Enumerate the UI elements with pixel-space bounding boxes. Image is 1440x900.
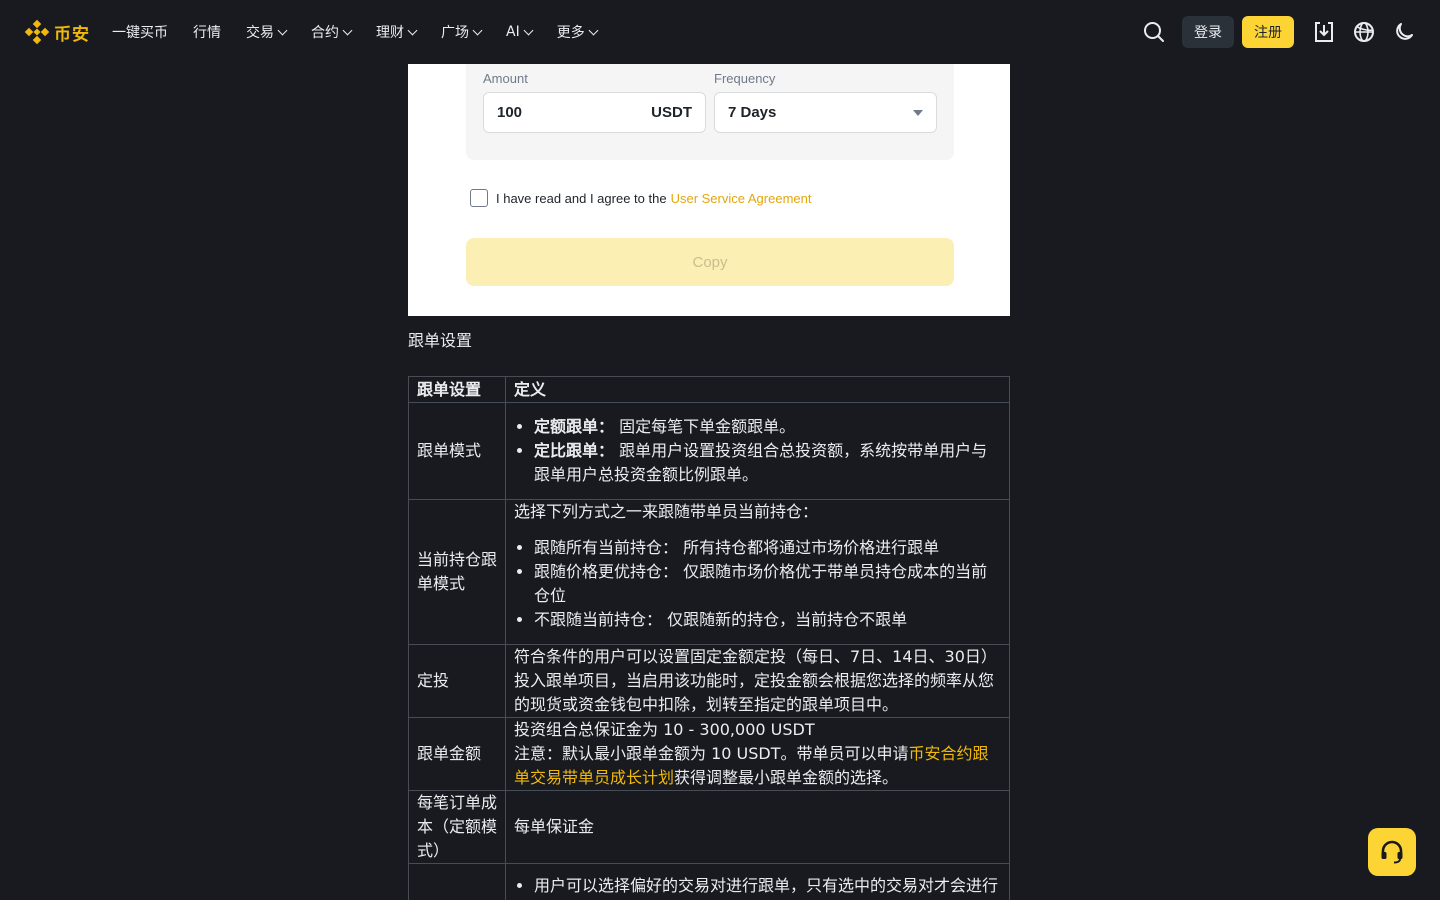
row-name: 当前持仓跟单模式 <box>408 499 506 645</box>
list-item: 跟随价格更优持仓： 仅跟随市场价格优于带单员持仓成本的当前仓位 <box>534 560 1001 608</box>
copy-settings-table: 跟单设置 定义 跟单模式 定额跟单： 固定每笔下单金额跟单。 定比跟单： 跟单用… <box>408 376 1010 900</box>
caret-down-icon <box>913 109 923 116</box>
agree-checkbox[interactable] <box>470 189 488 207</box>
nav-label: 理财 <box>376 25 404 41</box>
copy-button[interactable]: Copy <box>466 238 954 286</box>
pair-list: 用户可以选择偏好的交易对进行跟单，只有选中的交易对才会进行 <box>514 874 1001 898</box>
header-actions: 登录 注册 <box>1142 0 1416 64</box>
nav-label: 合约 <box>311 25 339 41</box>
table-row: 定投 符合条件的用户可以设置固定金额定投（每日、7日、14日、30日）投入跟单项… <box>408 644 1010 718</box>
chevron-down-icon <box>588 25 599 35</box>
nav-label: 更多 <box>556 25 585 41</box>
nav-label: 一键买币 <box>112 25 168 41</box>
row-name: 跟单金额 <box>408 717 506 791</box>
amount-label: Amount <box>483 71 528 86</box>
chevron-down-icon <box>407 25 418 35</box>
table-row: 跟单模式 定额跟单： 固定每笔下单金额跟单。 定比跟单： 跟单用户设置投资组合总… <box>408 402 1010 500</box>
table-row: 用户可以选择偏好的交易对进行跟单，只有选中的交易对才会进行 <box>408 863 1010 900</box>
amount-unit: USDT <box>651 104 692 121</box>
amount-value: 100 <box>497 104 523 121</box>
row-name: 定投 <box>408 644 506 718</box>
row-name <box>408 863 506 900</box>
nav-square[interactable]: 广场 <box>441 22 483 42</box>
list-item: 用户可以选择偏好的交易对进行跟单，只有选中的交易对才会进行 <box>534 874 1001 898</box>
chevron-down-icon <box>523 25 534 35</box>
row-name: 每笔订单成本（定额模式） <box>408 790 506 864</box>
list-item: 跟随所有当前持仓： 所有持仓都将通过市场价格进行跟单 <box>534 536 1001 560</box>
row-note: 注意：默认最小跟单金额为 10 USDT。带单员可以申请币安合约跟单交易带单员成… <box>514 742 1001 790</box>
margin-range: 投资组合总保证金为 10 - 300,000 USDT <box>514 720 815 739</box>
image-caption: 跟单设置 <box>408 331 473 350</box>
note-suffix: 获得调整最小跟单金额的选择。 <box>674 768 899 787</box>
table-row: 跟单金额 投资组合总保证金为 10 - 300,000 USDT 注意：默认最小… <box>408 717 1010 791</box>
header-definition: 定义 <box>505 376 1010 403</box>
chevron-down-icon <box>472 25 483 35</box>
table-header-row: 跟单设置 定义 <box>408 376 1010 403</box>
row-definition: 投资组合总保证金为 10 - 300,000 USDT 注意：默认最小跟单金额为… <box>505 717 1010 791</box>
nav-label: 行情 <box>193 25 221 41</box>
nav-ai[interactable]: AI <box>506 24 534 40</box>
row-definition: 定额跟单： 固定每笔下单金额跟单。 定比跟单： 跟单用户设置投资组合总投资额，系… <box>505 402 1010 500</box>
list-item: 不跟随当前持仓： 仅跟随新的持仓，当前持仓不跟单 <box>534 608 1001 632</box>
frequency-value: 7 Days <box>728 104 777 121</box>
row-definition: 用户可以选择偏好的交易对进行跟单，只有选中的交易对才会进行 <box>505 863 1010 900</box>
nav-label: AI <box>506 24 520 40</box>
globe-icon[interactable] <box>1352 20 1376 44</box>
nav-markets[interactable]: 行情 <box>193 22 221 42</box>
position-mode-list: 跟随所有当前持仓： 所有持仓都将通过市场价格进行跟单 跟随价格更优持仓： 仅跟随… <box>514 536 1001 632</box>
moon-icon[interactable] <box>1392 20 1416 44</box>
list-item-term: 定额跟单： <box>534 417 615 436</box>
table-row: 每笔订单成本（定额模式） 每单保证金 <box>408 790 1010 864</box>
user-service-agreement-link[interactable]: User Service Agreement <box>671 191 812 206</box>
nav-futures[interactable]: 合约 <box>311 22 353 42</box>
agreement-row: I have read and I agree to the User Serv… <box>470 189 811 207</box>
list-item-text: 固定每笔下单金额跟单。 <box>614 417 796 436</box>
nav-label: 交易 <box>246 25 274 41</box>
amount-input[interactable]: 100 USDT <box>483 92 706 133</box>
header-setting: 跟单设置 <box>408 376 506 403</box>
main-nav: 一键买币 行情 交易 合约 理财 广场 AI 更多 <box>112 22 622 42</box>
row-intro: 选择下列方式之一来跟随带单员当前持仓： <box>514 502 819 521</box>
nav-more[interactable]: 更多 <box>556 22 599 42</box>
register-button[interactable]: 注册 <box>1242 16 1294 48</box>
binance-logo-icon <box>24 19 50 45</box>
logo-text: 币安 <box>54 24 90 45</box>
headset-icon <box>1381 840 1403 864</box>
nav-earn[interactable]: 理财 <box>376 22 418 42</box>
login-button[interactable]: 登录 <box>1182 16 1234 48</box>
agree-text: I have read and I agree to the <box>496 190 667 206</box>
list-item-term: 定比跟单： <box>534 441 615 460</box>
download-icon[interactable] <box>1312 20 1336 44</box>
row-definition: 选择下列方式之一来跟随带单员当前持仓： 跟随所有当前持仓： 所有持仓都将通过市场… <box>505 499 1010 645</box>
top-nav: 币安 一键买币 行情 交易 合约 理财 广场 AI 更多 登录 注册 <box>0 0 1440 64</box>
note-prefix: 注意：默认最小跟单金额为 10 USDT。带单员可以申请 <box>514 744 909 763</box>
frequency-select[interactable]: 7 Days <box>714 92 937 133</box>
row-name: 跟单模式 <box>408 402 506 500</box>
table-row: 当前持仓跟单模式 选择下列方式之一来跟随带单员当前持仓： 跟随所有当前持仓： 所… <box>408 499 1010 645</box>
row-definition: 符合条件的用户可以设置固定金额定投（每日、7日、14日、30日）投入跟单项目，当… <box>505 644 1010 718</box>
chevron-down-icon <box>277 25 288 35</box>
mode-list: 定额跟单： 固定每笔下单金额跟单。 定比跟单： 跟单用户设置投资组合总投资额，系… <box>514 415 1001 487</box>
list-item: 定比跟单： 跟单用户设置投资组合总投资额，系统按带单用户与跟单用户总投资金额比例… <box>534 439 1001 487</box>
search-icon[interactable] <box>1142 20 1166 44</box>
frequency-label: Frequency <box>714 71 776 86</box>
copy-trading-screenshot: Amount Frequency 100 USDT 7 Days I have … <box>408 64 1010 316</box>
nav-trade[interactable]: 交易 <box>246 22 288 42</box>
nav-buy-crypto[interactable]: 一键买币 <box>112 22 168 42</box>
row-definition: 每单保证金 <box>505 790 1010 864</box>
chevron-down-icon <box>342 25 353 35</box>
binance-logo[interactable]: 币安 <box>24 19 90 45</box>
list-item: 定额跟单： 固定每笔下单金额跟单。 <box>534 415 1001 439</box>
nav-label: 广场 <box>441 25 469 41</box>
article-content: Amount Frequency 100 USDT 7 Days I have … <box>408 64 1010 900</box>
support-chat-button[interactable] <box>1368 828 1416 876</box>
settings-panel: Amount Frequency 100 USDT 7 Days <box>466 64 954 160</box>
